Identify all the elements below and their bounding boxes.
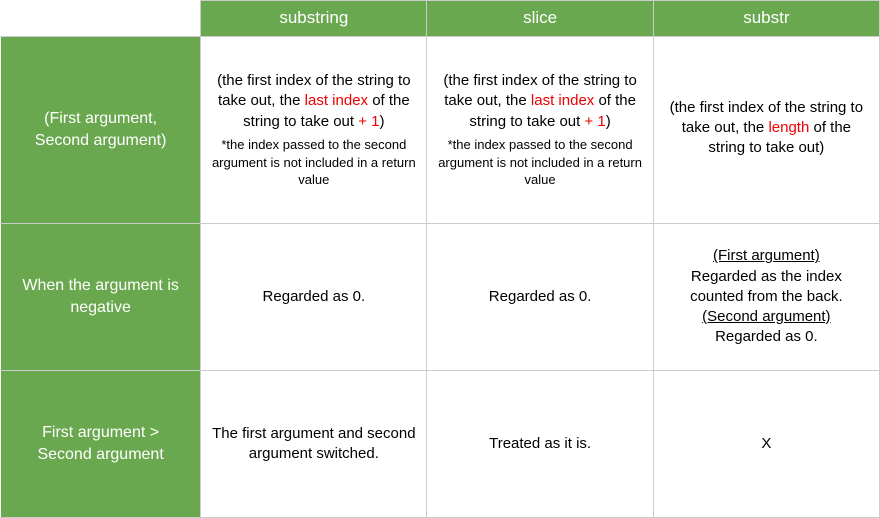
cell-args-slice: (the first index of the string to take o… bbox=[427, 36, 653, 223]
row-first-greater: First argument > Second argument The fir… bbox=[1, 370, 880, 517]
corner-cell bbox=[1, 1, 201, 37]
cell-gt-substr: X bbox=[653, 370, 879, 517]
row-header-negative: When the argument is negative bbox=[1, 223, 201, 370]
cell-gt-substring: The first argument and second argument s… bbox=[201, 370, 427, 517]
string-method-comparison-table: substring slice substr (First argument, … bbox=[0, 0, 880, 518]
col-header-substring: substring bbox=[201, 1, 427, 37]
table-header-row: substring slice substr bbox=[1, 1, 880, 37]
row-negative: When the argument is negative Regarded a… bbox=[1, 223, 880, 370]
cell-gt-slice: Treated as it is. bbox=[427, 370, 653, 517]
cell-neg-substring: Regarded as 0. bbox=[201, 223, 427, 370]
row-header-arguments: (First argument, Second argument) bbox=[1, 36, 201, 223]
col-header-substr: substr bbox=[653, 1, 879, 37]
cell-args-substr: (the first index of the string to take o… bbox=[653, 36, 879, 223]
col-header-slice: slice bbox=[427, 1, 653, 37]
cell-neg-substr: (First argument) Regarded as the index c… bbox=[653, 223, 879, 370]
row-header-first-greater: First argument > Second argument bbox=[1, 370, 201, 517]
cell-neg-slice: Regarded as 0. bbox=[427, 223, 653, 370]
row-arguments: (First argument, Second argument) (the f… bbox=[1, 36, 880, 223]
cell-args-substring: (the first index of the string to take o… bbox=[201, 36, 427, 223]
